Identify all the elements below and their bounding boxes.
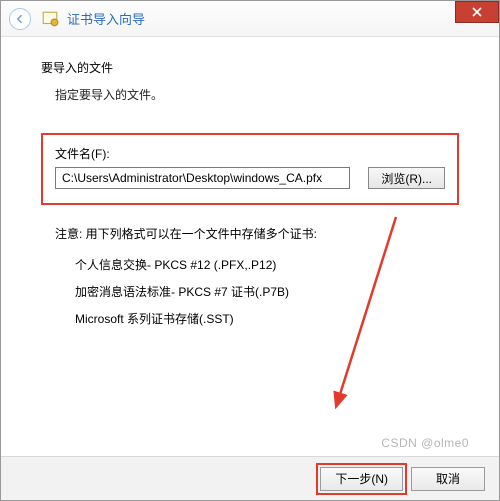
certificate-icon [41,10,59,28]
file-selection-highlight: 文件名(F): 浏览(R)... [41,133,459,205]
note-block: 注意: 用下列格式可以在一个文件中存储多个证书: 个人信息交换- PKCS #1… [55,225,459,327]
section-subtext: 指定要导入的文件。 [55,86,459,103]
close-icon [472,7,482,17]
wizard-window: 证书导入向导 要导入的文件 指定要导入的文件。 文件名(F): 浏览(R)...… [0,0,500,501]
note-item: Microsoft 系列证书存储(.SST) [75,310,459,327]
wizard-body: 要导入的文件 指定要导入的文件。 文件名(F): 浏览(R)... 注意: 用下… [1,37,499,456]
titlebar: 证书导入向导 [1,1,499,37]
note-item: 个人信息交换- PKCS #12 (.PFX,.P12) [75,256,459,273]
watermark: CSDN @olme0 [381,436,469,450]
section-heading: 要导入的文件 [41,59,459,76]
back-button[interactable] [9,8,31,30]
wizard-footer: 下一步(N) 取消 [1,456,499,500]
arrow-left-icon [14,13,26,25]
file-path-input[interactable] [55,167,350,189]
close-button[interactable] [455,1,499,23]
file-label: 文件名(F): [55,145,445,162]
file-row: 浏览(R)... [55,167,445,189]
wizard-title: 证书导入向导 [67,9,145,28]
cancel-button[interactable]: 取消 [411,467,485,491]
note-item: 加密消息语法标准- PKCS #7 证书(.P7B) [75,283,459,300]
browse-button[interactable]: 浏览(R)... [368,167,445,189]
note-heading: 注意: 用下列格式可以在一个文件中存储多个证书: [55,225,459,242]
next-button[interactable]: 下一步(N) [320,467,403,491]
